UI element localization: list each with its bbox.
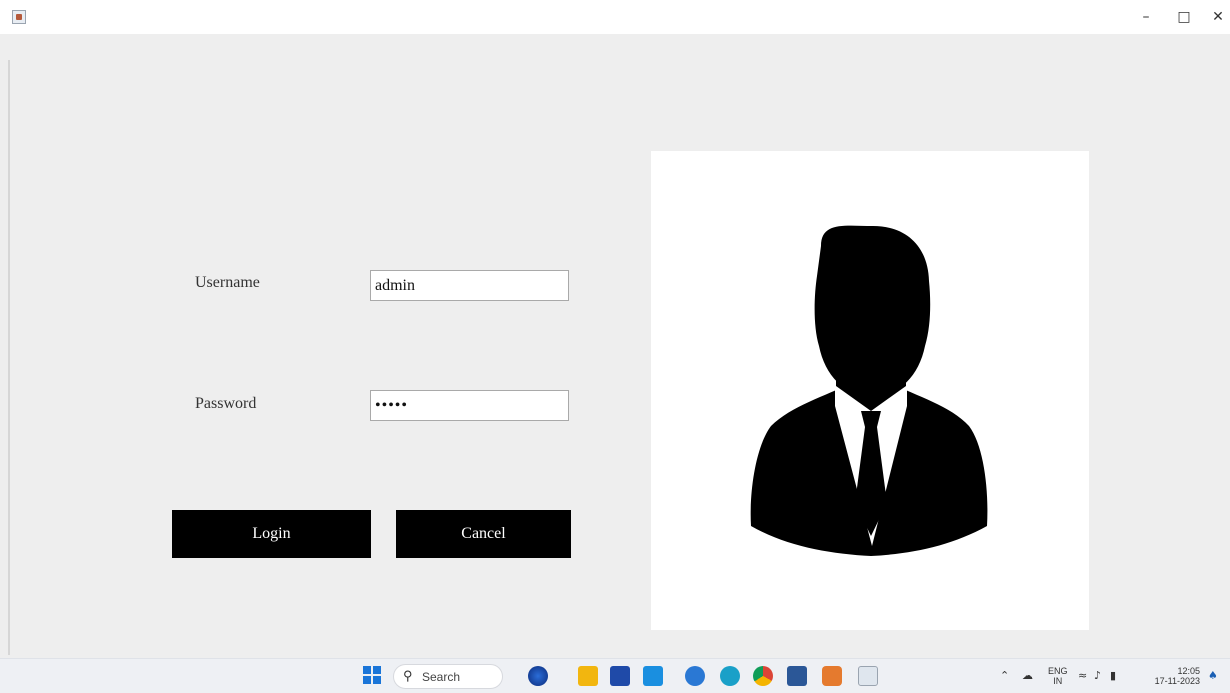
edge-icon[interactable] xyxy=(720,666,740,686)
username-field[interactable]: admin xyxy=(370,270,569,301)
language-indicator[interactable]: ENG IN xyxy=(1048,666,1068,686)
colorful-app-icon[interactable] xyxy=(822,666,842,686)
java-icon[interactable] xyxy=(858,666,878,686)
edge-beta-icon[interactable] xyxy=(685,666,705,686)
taskbar-search[interactable]: ⚲ Search xyxy=(393,664,503,689)
taskbar: ⚲ Search ⌃ ☁ ENG IN ≈ ♪ ▮ 12:05 17-11-20… xyxy=(0,658,1230,693)
wifi-icon[interactable]: ≈ xyxy=(1078,669,1087,682)
word-icon[interactable] xyxy=(787,666,807,686)
battery-icon[interactable]: ▮ xyxy=(1110,669,1116,682)
minimize-button[interactable]: – xyxy=(1131,6,1161,28)
chevron-up-icon[interactable]: ⌃ xyxy=(1000,669,1009,682)
windows-logo-icon xyxy=(363,666,371,674)
user-avatar-panel xyxy=(651,151,1089,630)
search-icon: ⚲ xyxy=(403,668,413,683)
region-label: IN xyxy=(1053,676,1063,686)
chrome-icon[interactable] xyxy=(753,666,773,686)
password-field[interactable]: ••••• xyxy=(370,390,569,421)
start-button[interactable] xyxy=(363,666,383,686)
password-label: Password xyxy=(195,395,257,412)
volume-icon[interactable]: ♪ xyxy=(1094,669,1101,682)
clock[interactable]: 12:05 17-11-2023 xyxy=(1148,666,1200,686)
copilot-icon[interactable] xyxy=(528,666,548,686)
username-label: Username xyxy=(195,274,260,291)
clock-time: 12:05 xyxy=(1177,666,1200,676)
language-label: ENG xyxy=(1048,666,1068,676)
user-silhouette-icon xyxy=(750,225,988,556)
cloud-icon[interactable]: ☁ xyxy=(1022,669,1033,682)
mail-icon[interactable] xyxy=(643,666,663,686)
store-icon[interactable] xyxy=(610,666,630,686)
java-app-icon xyxy=(12,10,26,24)
login-button[interactable]: Login xyxy=(172,510,371,558)
file-explorer-icon[interactable] xyxy=(578,666,598,686)
maximize-button[interactable]: □ xyxy=(1169,6,1199,28)
cancel-button[interactable]: Cancel xyxy=(396,510,571,558)
login-window: – □ ✕ Username admin Password ••••• Logi… xyxy=(0,0,1230,658)
search-placeholder: Search xyxy=(422,670,461,684)
clock-date: 17-11-2023 xyxy=(1154,676,1200,686)
notification-bell-icon[interactable]: ♠ xyxy=(1208,669,1218,682)
title-bar: – □ ✕ xyxy=(0,0,1230,34)
close-button[interactable]: ✕ xyxy=(1203,6,1230,28)
window-border xyxy=(8,60,10,655)
